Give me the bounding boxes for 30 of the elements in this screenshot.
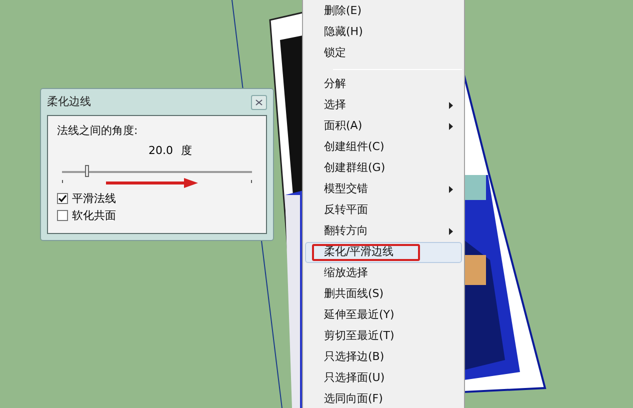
menu-item[interactable]: 只选择边(B) — [305, 347, 462, 368]
dialog-title: 柔化边线 — [47, 94, 91, 110]
checkbox-label: 平滑法线 — [72, 192, 116, 206]
menu-item[interactable]: 删共面线(S) — [305, 284, 462, 305]
menu-item[interactable]: 创建群组(G) — [305, 158, 462, 179]
menu-item[interactable]: 选择 — [305, 95, 462, 116]
menu-item[interactable]: 剪切至最近(T) — [305, 326, 462, 347]
angle-value: 20.0 — [148, 144, 173, 158]
checkbox[interactable] — [57, 193, 68, 204]
angle-label: 法线之间的角度: — [57, 124, 139, 138]
angle-unit: 度 — [181, 144, 192, 158]
checkbox-label: 软化共面 — [72, 208, 116, 222]
menu-item[interactable]: 延伸至最近(Y) — [305, 305, 462, 326]
close-button[interactable] — [251, 94, 267, 110]
menu-item[interactable]: 删除(E) — [305, 1, 462, 22]
menu-item[interactable]: 隐藏(H) — [305, 22, 462, 43]
menu-item[interactable]: 分解 — [305, 74, 462, 95]
slider-thumb[interactable] — [84, 165, 89, 177]
close-icon — [255, 98, 263, 106]
menu-item[interactable]: 柔化/平滑边线 — [305, 242, 462, 263]
menu-item[interactable]: 翻转方向 — [305, 221, 462, 242]
menu-item[interactable]: 创建组件(C) — [305, 137, 462, 158]
checkbox[interactable] — [57, 210, 68, 221]
menu-item[interactable]: 反转平面 — [305, 200, 462, 221]
menu-item[interactable]: 缩放选择 — [305, 263, 462, 284]
menu-item[interactable]: 模型交错 — [305, 179, 462, 200]
menu-item[interactable]: 面积(A) — [305, 116, 462, 137]
menu-item[interactable]: 选同向面(F) — [305, 389, 462, 408]
menu-item[interactable]: 锁定 — [305, 43, 462, 64]
menu-item[interactable]: 只选择面(U) — [305, 368, 462, 389]
